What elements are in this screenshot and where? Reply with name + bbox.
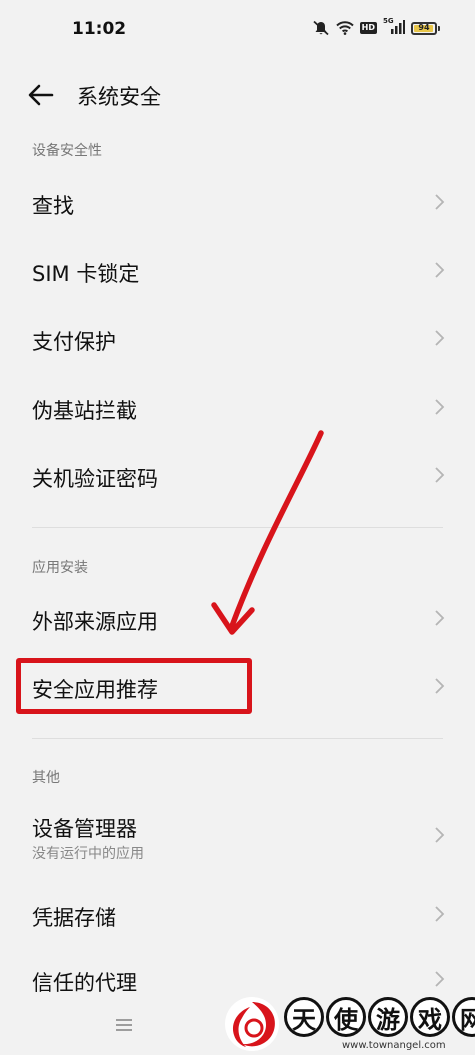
settings-item-external-sources[interactable]: 外部来源应用 [0, 586, 475, 650]
settings-item-device-manager[interactable]: 设备管理器 没有运行中的应用 [0, 793, 475, 869]
item-label: 外部来源应用 [32, 610, 158, 634]
settings-item-shutdown-password[interactable]: 关机验证密码 [0, 443, 475, 507]
chevron-right-icon [435, 399, 445, 415]
chevron-right-icon [435, 827, 445, 843]
battery-icon: 94 [411, 21, 440, 35]
battery-level: 94 [418, 22, 430, 32]
item-label: 信任的代理 [32, 971, 137, 995]
section-divider [32, 738, 443, 739]
section-divider [32, 527, 443, 528]
item-label: 伪基站拦截 [32, 399, 137, 423]
status-time: 11:02 [72, 19, 127, 39]
status-icons: HD 5G 94 [312, 17, 440, 36]
chevron-right-icon [435, 971, 445, 987]
chevron-right-icon [435, 906, 445, 922]
settings-item-sim-lock[interactable]: SIM 卡锁定 [0, 238, 475, 302]
status-bar: 11:02 HD 5G 94 [0, 0, 475, 60]
settings-item-fake-base-station[interactable]: 伪基站拦截 [0, 375, 475, 439]
section-label-app-install: 应用安装 [32, 560, 88, 576]
item-label: 支付保护 [32, 330, 116, 354]
settings-item-credential-storage[interactable]: 凭据存储 [0, 882, 475, 946]
item-label: 关机验证密码 [32, 467, 158, 491]
chevron-right-icon [435, 330, 445, 346]
header: 系统安全 [0, 70, 475, 120]
wifi-icon [335, 21, 354, 35]
chevron-right-icon [435, 262, 445, 278]
item-subtitle: 没有运行中的应用 [32, 846, 144, 862]
chevron-right-icon [435, 467, 445, 483]
settings-item-find[interactable]: 查找 [0, 170, 475, 234]
navigation-bar [0, 995, 475, 1055]
settings-item-payment-protection[interactable]: 支付保护 [0, 306, 475, 370]
section-label-device-security: 设备安全性 [32, 143, 102, 159]
settings-item-safe-app-recommend[interactable]: 安全应用推荐 [0, 654, 475, 718]
item-label: 设备管理器 [32, 817, 137, 841]
item-label: 查找 [32, 194, 74, 218]
hd-icon: HD [359, 22, 377, 34]
chevron-right-icon [435, 194, 445, 210]
item-label: SIM 卡锁定 [32, 262, 140, 286]
mute-icon [313, 20, 329, 36]
menu-icon[interactable] [114, 1017, 134, 1033]
arrow-left-icon[interactable] [26, 82, 56, 108]
page-title: 系统安全 [77, 85, 161, 109]
section-label-other: 其他 [32, 770, 60, 786]
chevron-right-icon [435, 678, 445, 694]
network-type-label: 5G [383, 17, 394, 25]
chevron-right-icon [435, 610, 445, 626]
signal-icon: 5G [383, 17, 405, 36]
item-label: 凭据存储 [32, 906, 116, 930]
item-label: 安全应用推荐 [32, 678, 158, 702]
